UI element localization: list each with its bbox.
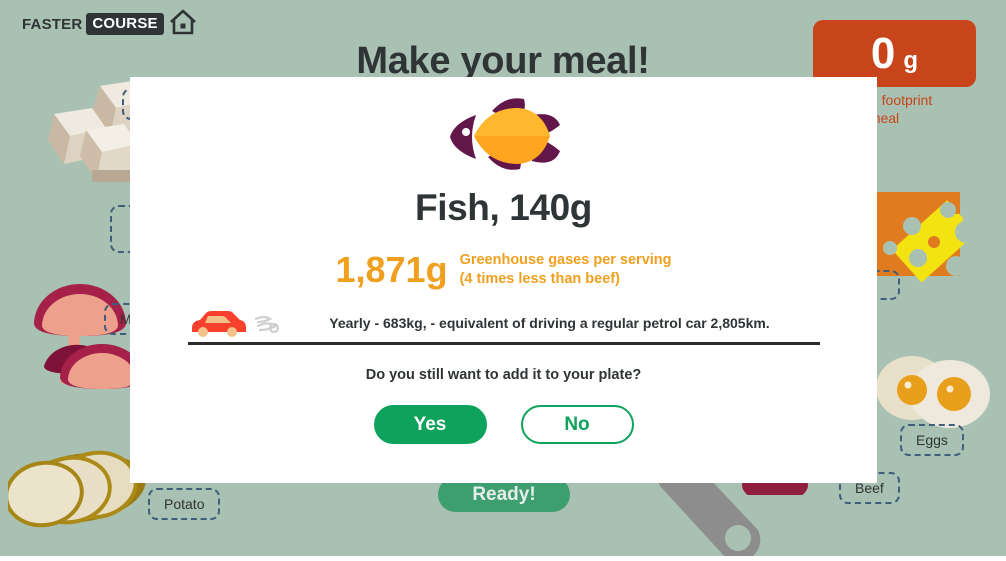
greenhouse-gas-row: 1,871g Greenhouse gases per serving (4 t… xyxy=(335,251,671,288)
ghg-desc-line2: (4 times less than beef) xyxy=(459,270,620,287)
no-button[interactable]: No xyxy=(520,405,634,445)
ingredient-confirm-modal: Fish, 140g 1,871g Greenhouse gases per s… xyxy=(130,77,877,483)
fish-icon xyxy=(449,98,560,170)
no-button-label: No xyxy=(564,413,590,435)
modal-overlay: Fish, 140g 1,871g Greenhouse gases per s… xyxy=(0,0,1006,561)
yes-button[interactable]: Yes xyxy=(373,405,487,445)
car-equivalent-row: Yearly - 683kg, - equivalent of driving … xyxy=(187,308,820,346)
exhaust-smoke-icon xyxy=(254,315,279,334)
yes-button-label: Yes xyxy=(413,413,447,435)
modal-button-group: Yes No xyxy=(373,405,634,445)
ghg-desc-line1: Greenhouse gases per serving xyxy=(459,252,672,268)
bottom-strip xyxy=(0,556,1006,561)
car-equivalent-text: Yearly - 683kg, - equivalent of driving … xyxy=(329,315,770,332)
app-root: FASTER COURSE Make your meal! 0 g et CO₂… xyxy=(0,0,1006,561)
greenhouse-gas-value: 1,871g xyxy=(335,248,448,290)
car-icon xyxy=(191,311,246,338)
confirm-question: Do you still want to add it to your plat… xyxy=(365,367,642,384)
modal-title: Fish, 140g xyxy=(415,187,592,228)
greenhouse-gas-description: Greenhouse gases per serving (4 times le… xyxy=(460,251,672,288)
